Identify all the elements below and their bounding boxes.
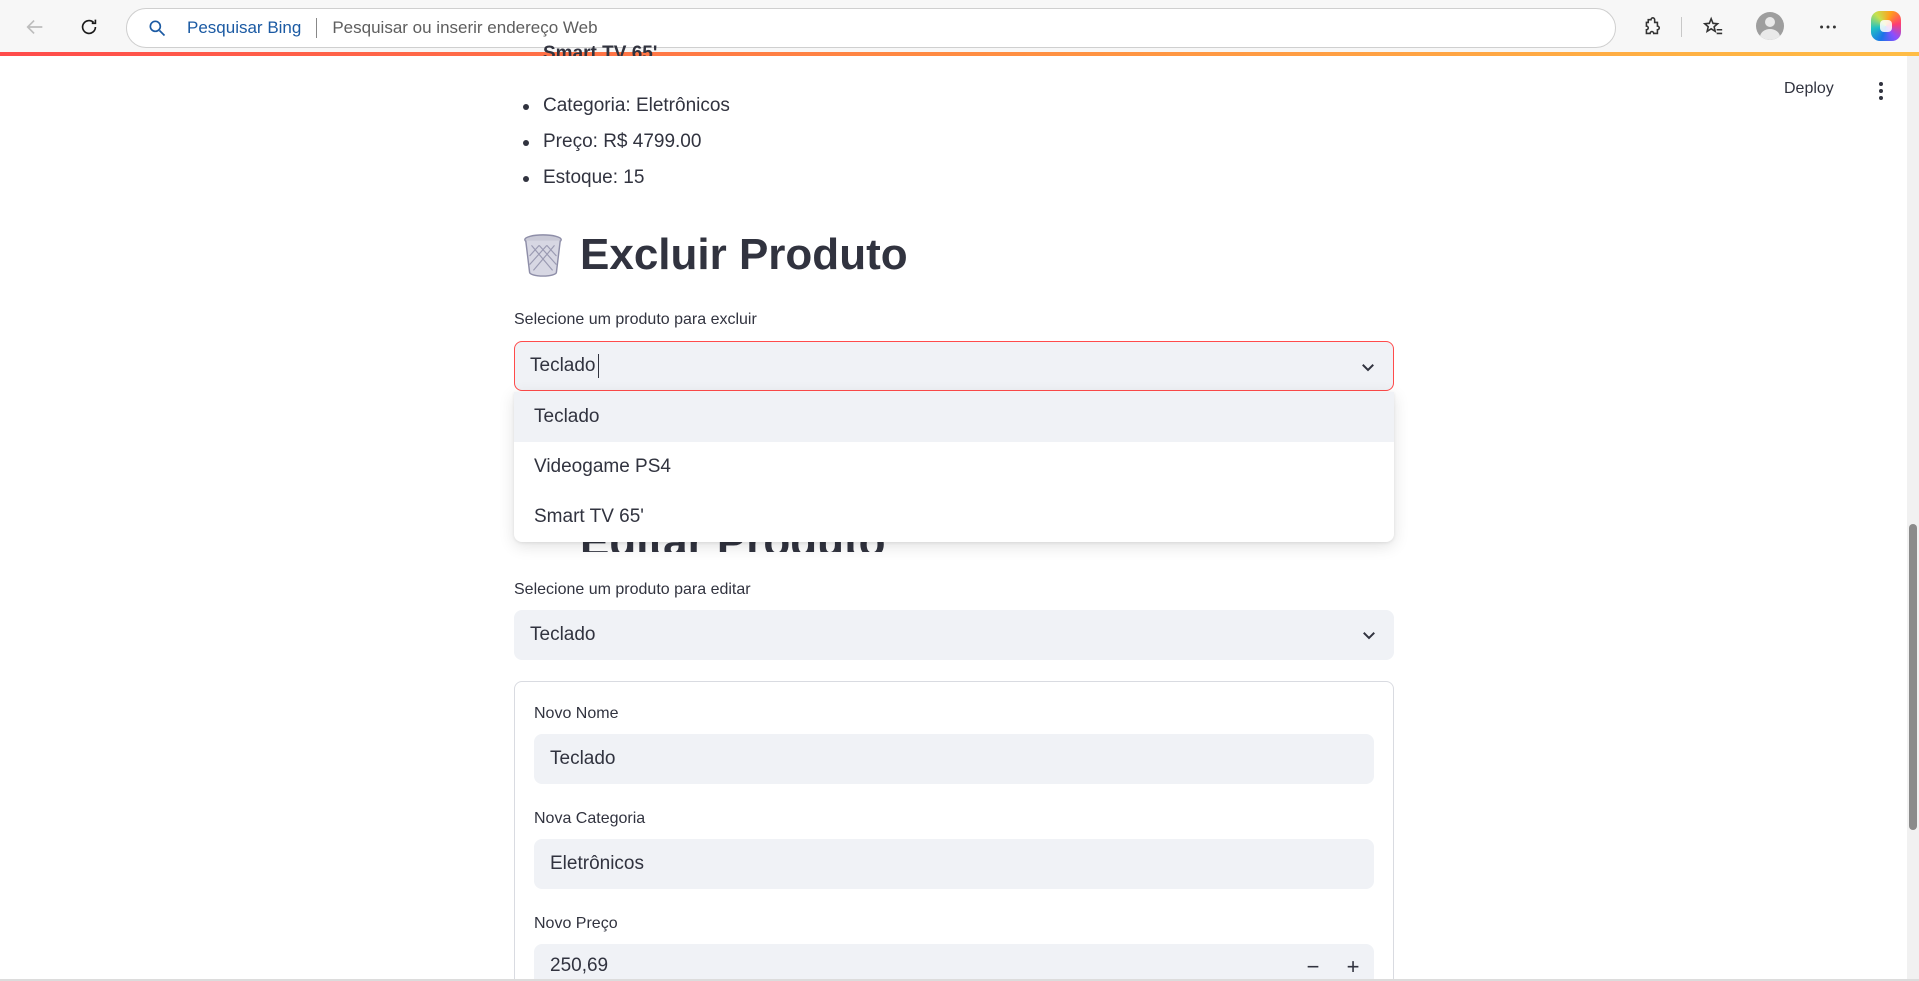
price-input-value: 250,69 (550, 955, 609, 976)
edit-select-label: Selecione um produto para editar (514, 581, 751, 598)
address-placeholder: Pesquisar ou inserir endereço Web (332, 18, 598, 37)
list-item: Categoria: Eletrônicos (517, 88, 730, 124)
edit-product-form (514, 681, 1394, 981)
dropdown-option[interactable]: Smart TV 65' (514, 492, 1394, 542)
extensions-icon[interactable] (1634, 10, 1668, 44)
app-top-accent-bar (0, 52, 1919, 56)
delete-section-heading: Excluir Produto (520, 230, 908, 280)
copilot-icon[interactable] (1871, 11, 1901, 41)
name-input-value: Teclado (550, 748, 616, 769)
address-bar[interactable]: Pesquisar Bing Pesquisar ou inserir ende… (126, 8, 1616, 48)
edit-select-value: Teclado (530, 624, 596, 645)
increment-button[interactable]: + (1338, 954, 1368, 980)
chevron-down-icon (1363, 632, 1375, 640)
search-engine-label: Pesquisar Bing (187, 18, 302, 37)
profile-avatar[interactable] (1756, 12, 1784, 40)
dropdown-option[interactable]: Teclado (514, 392, 1394, 442)
refresh-icon[interactable] (72, 10, 106, 44)
wastebasket-icon (524, 234, 562, 277)
product-details-list: Categoria: Eletrônicos Preço: R$ 4799.00… (517, 88, 730, 196)
category-field-label: Nova Categoria (534, 810, 646, 827)
back-icon[interactable] (18, 10, 52, 44)
toolbar-divider (1681, 17, 1682, 37)
delete-select-value: Teclado (530, 355, 596, 376)
deploy-button[interactable]: Deploy (1784, 80, 1834, 98)
list-item: Preço: R$ 4799.00 (517, 124, 730, 160)
dropdown-option[interactable]: Videogame PS4 (514, 442, 1394, 492)
category-input[interactable]: Eletrônicos (534, 839, 1374, 889)
favorites-icon[interactable] (1696, 10, 1730, 44)
browser-toolbar: Pesquisar Bing Pesquisar ou inserir ende… (0, 0, 1919, 52)
decrement-button[interactable]: − (1298, 954, 1328, 980)
list-item: Estoque: 15 (517, 160, 730, 196)
delete-select-dropdown: Teclado Videogame PS4 Smart TV 65' (514, 392, 1394, 542)
category-input-value: Eletrônicos (550, 853, 644, 874)
scrollbar-thumb[interactable] (1909, 524, 1917, 830)
chevron-down-icon (1362, 364, 1374, 372)
product-name-clipped: Smart TV 65' (543, 43, 658, 56)
name-field-label: Novo Nome (534, 705, 619, 722)
text-caret (597, 354, 599, 378)
delete-product-select[interactable]: Teclado (514, 341, 1394, 391)
price-input[interactable]: 250,69 (534, 944, 1374, 979)
address-separator (316, 18, 318, 38)
delete-select-label: Selecione um produto para excluir (514, 311, 757, 328)
delete-section-title: Excluir Produto (580, 230, 908, 279)
edit-product-select[interactable]: Teclado (514, 610, 1394, 660)
kebab-menu-icon[interactable] (1870, 78, 1892, 104)
price-field-label: Novo Preço (534, 915, 618, 932)
more-icon[interactable] (1811, 10, 1845, 44)
page-scrollbar[interactable] (1907, 56, 1919, 981)
search-icon (149, 20, 166, 37)
name-input[interactable]: Teclado (534, 734, 1374, 784)
